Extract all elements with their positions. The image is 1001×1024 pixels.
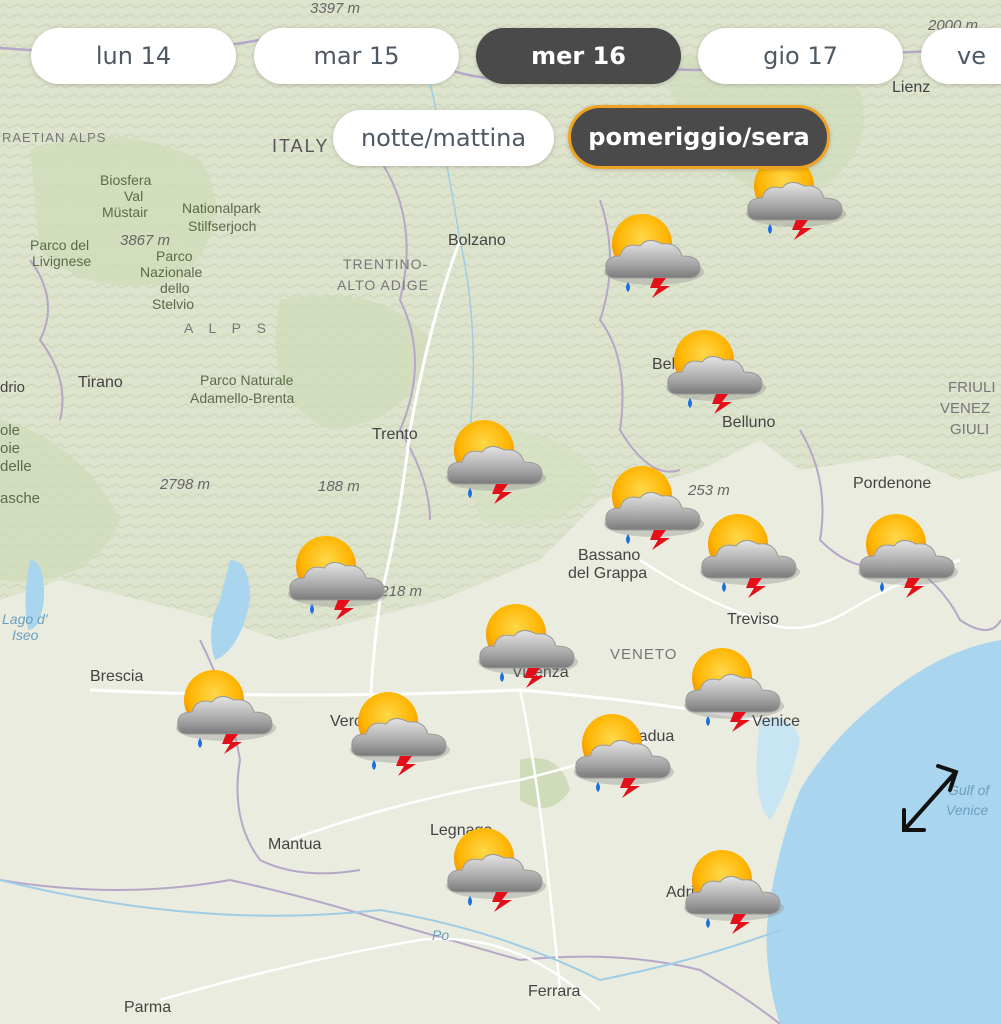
sun-cloud-rain-lightning-icon[interactable] [438,822,546,912]
day-tab-label: lun 14 [95,42,172,70]
park-label: Parco [156,248,193,264]
place-label: Pordenone [853,475,931,492]
sun-cloud-rain-lightning-icon[interactable] [676,642,784,732]
day-tab-tue[interactable]: mar 15 [254,28,459,84]
place-label: Parma [124,999,171,1016]
period-tab-label: pomeriggio/sera [588,123,810,151]
park-label: Stelvio [152,296,194,312]
day-tab-mon[interactable]: lun 14 [31,28,236,84]
elevation-label: 3397 m [310,0,360,17]
sun-cloud-rain-lightning-icon[interactable] [658,324,766,414]
period-tab-night-morning[interactable]: notte/mattina [333,110,554,166]
place-label: GIULI [950,421,989,438]
day-tab-label: gio 17 [763,42,838,70]
place-label: Mantua [268,836,321,853]
park-label: Adamello-Brenta [190,390,294,406]
place-label: TRENTINO- [343,256,428,272]
place-label: VENETO [610,646,677,663]
park-label: Livignese [32,253,91,269]
park-label: Lago d' [2,611,49,627]
elevation-label: 3867 m [120,232,170,249]
park-label: Nationalpark [182,200,262,216]
day-tab-label: ve [957,42,986,70]
place-label: Bolzano [448,232,506,249]
place-label: ALTO ADIGE [337,277,429,293]
place-label: ITALY [272,136,329,156]
day-tab-label: mer 16 [531,42,626,70]
sun-cloud-rain-lightning-icon[interactable] [470,598,578,688]
place-label: FRIULI [948,379,996,396]
place-label: Brescia [90,668,143,685]
park-label: RAETIAN ALPS [2,130,106,145]
sun-cloud-rain-lightning-icon[interactable] [566,708,674,798]
sun-cloud-rain-lightning-icon[interactable] [280,530,388,620]
place-label: del Grappa [568,565,647,582]
edge-label: drio [0,379,25,396]
sun-cloud-rain-lightning-icon[interactable] [438,414,546,504]
elevation-label: 188 m [318,478,360,495]
park-label: Müstair [102,204,148,220]
sun-cloud-rain-lightning-icon[interactable] [596,460,704,550]
period-tab-label: notte/mattina [360,124,527,152]
day-tab-thu[interactable]: gio 17 [698,28,903,84]
park-label: Po [432,927,449,943]
sun-cloud-rain-lightning-icon[interactable] [168,664,276,754]
elevation-label: 2798 m [159,476,210,493]
park-label: Gulf of [948,782,991,798]
place-label: VENEZ [940,400,990,417]
park-label: A L P S [184,320,272,336]
park-label: Venice [946,802,989,818]
park-label: Stilfserjoch [188,218,256,234]
park-label: Nazionale [140,264,202,280]
place-label: Ferrara [528,983,581,1000]
place-label: Tirano [78,374,123,391]
edge-label: ole [0,422,20,439]
place-label: Lienz [892,79,930,96]
place-label: Belluno [722,414,775,431]
park-label: dello [160,280,190,296]
day-tab-fri[interactable]: ve [921,28,1001,84]
day-tab-label: mar 15 [313,42,400,70]
edge-label: asche [0,490,40,507]
park-label: Parco Naturale [200,372,294,388]
park-label: Parco del [30,237,89,253]
sun-cloud-rain-lightning-icon[interactable] [342,686,450,776]
edge-label: delle [0,458,32,475]
place-label: Treviso [727,611,779,628]
sun-cloud-rain-lightning-icon[interactable] [692,508,800,598]
park-label: Biosfera [100,172,152,188]
sun-cloud-rain-lightning-icon[interactable] [676,844,784,934]
sun-cloud-rain-lightning-icon[interactable] [596,208,704,298]
park-label: Iseo [12,627,39,643]
place-label: Trento [372,426,418,443]
day-tab-wed[interactable]: mer 16 [476,28,681,84]
period-tab-afternoon-evening[interactable]: pomeriggio/sera [568,105,830,169]
edge-label: oie [0,440,20,457]
park-label: Val [124,188,143,204]
sun-cloud-rain-lightning-icon[interactable] [850,508,958,598]
